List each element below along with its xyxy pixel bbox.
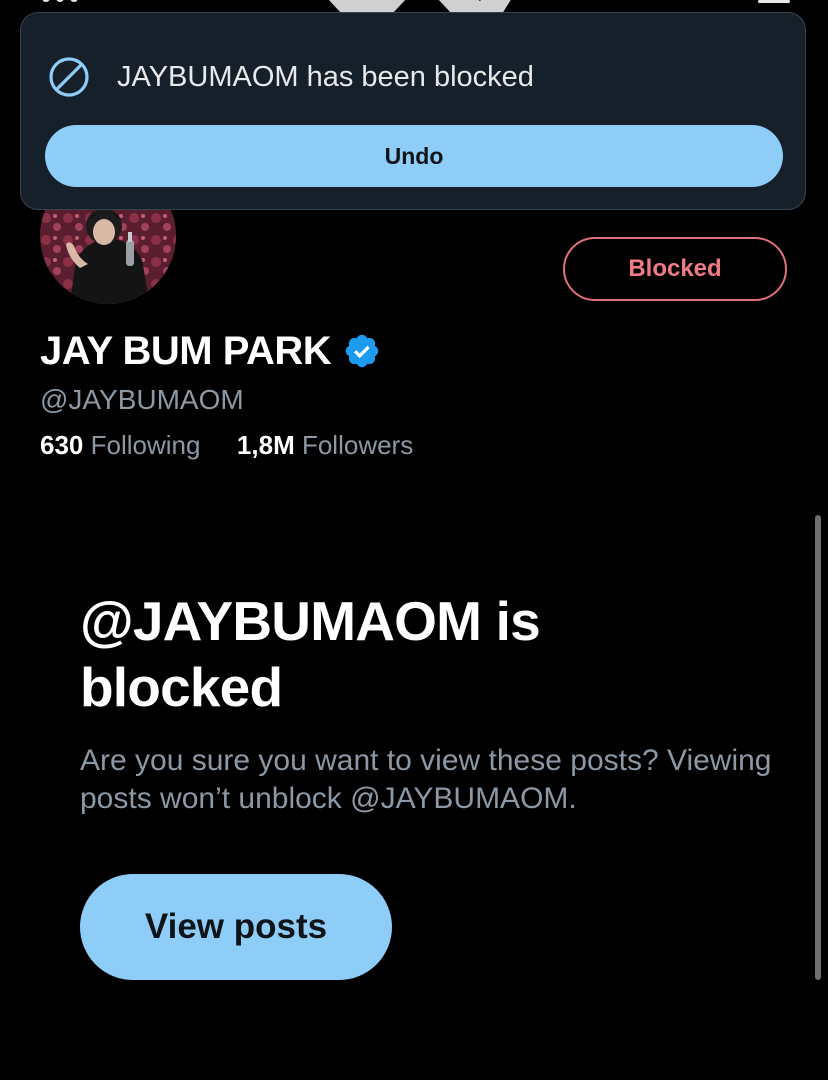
verified-badge-icon[interactable] bbox=[343, 332, 381, 370]
status-bar-icon bbox=[42, 0, 78, 2]
toast-message: JAYBUMAOM has been blocked bbox=[117, 61, 534, 93]
followers-link[interactable]: 1,8M Followers bbox=[237, 430, 413, 460]
followers-count: 1,8M bbox=[236, 430, 295, 460]
following-link[interactable]: 630 Following bbox=[40, 430, 208, 460]
blocked-description: Are you sure you want to view these post… bbox=[80, 744, 772, 815]
blocked-button[interactable]: Blocked bbox=[563, 237, 787, 301]
display-name-row: JAY BUM PARK bbox=[40, 324, 381, 378]
following-count: 630 bbox=[40, 430, 84, 460]
undo-button[interactable]: Undo bbox=[45, 125, 783, 187]
followers-label: Followers bbox=[301, 430, 414, 460]
block-icon bbox=[49, 57, 89, 97]
display-name: JAY BUM PARK bbox=[40, 328, 332, 373]
menu-icon[interactable] bbox=[758, 0, 790, 6]
scrollbar[interactable] bbox=[815, 515, 821, 980]
blocked-toast: JAYBUMAOM has been blocked Undo bbox=[20, 12, 806, 210]
view-posts-button[interactable]: View posts bbox=[80, 874, 392, 980]
profile-handle: @JAYBUMAOM bbox=[40, 384, 244, 415]
follow-stats: 630 Following 1,8M Followers bbox=[40, 428, 413, 462]
following-label: Following bbox=[90, 430, 201, 460]
profile-page: JAYBUMAOM has been blocked Undo Blocked … bbox=[0, 0, 828, 1080]
blocked-title: @JAYBUMAOM is blocked bbox=[80, 590, 541, 718]
